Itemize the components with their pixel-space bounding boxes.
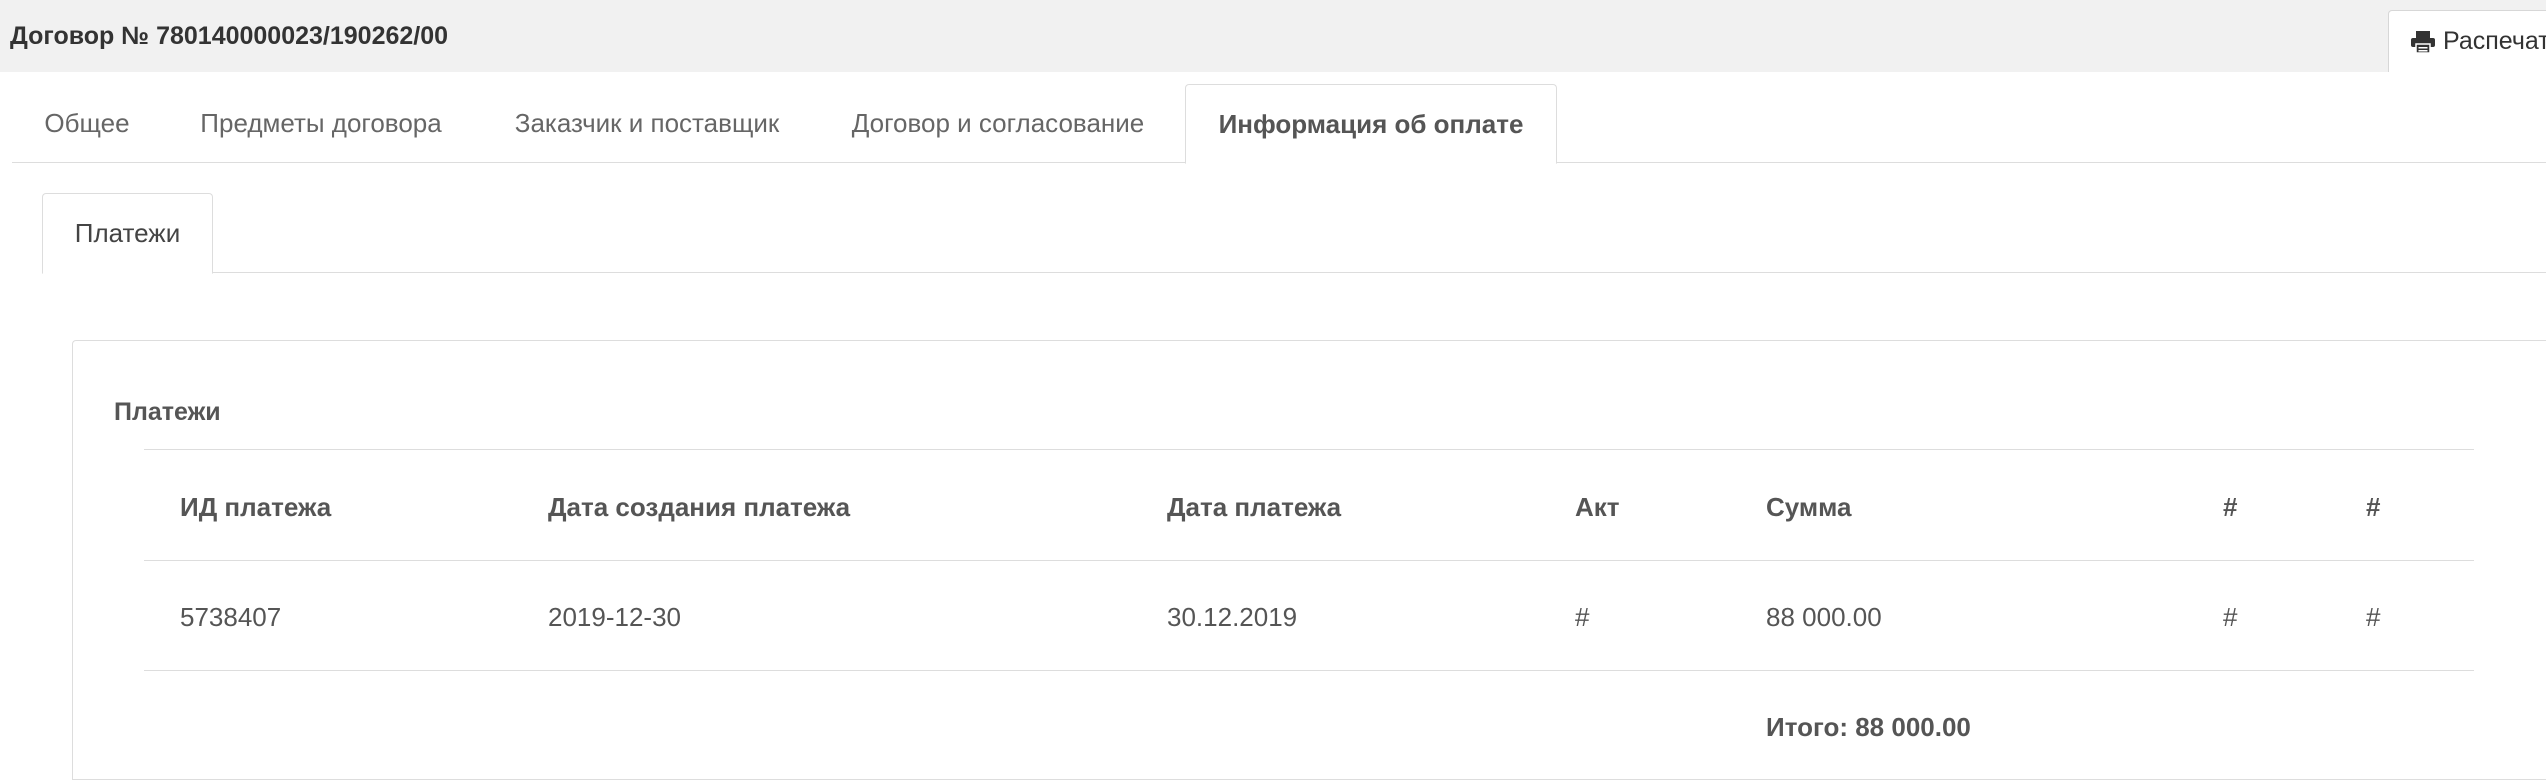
payments-total: Итого: 88 000.00 [1766,712,1971,742]
top-bar: Договор № 780140000023/190262/00 [0,0,2546,72]
print-button[interactable]: Распечатать [2388,10,2546,72]
sub-tabs-divider [42,272,2546,273]
col-header-created-date: Дата создания платежа [548,492,851,522]
panel-header-divider [144,449,2474,450]
print-button-label: Распечатать [2443,27,2546,55]
col-header-payment-id: ИД платежа [180,492,332,522]
tab-label: Информация об оплате [1218,108,1524,139]
cell-hash-link-1[interactable]: # [2223,602,2237,633]
col-header-payment-date: Дата платежа [1167,492,1342,522]
tab-payments[interactable]: Платежи [42,193,213,274]
tab-general[interactable]: Общее [12,84,162,162]
tab-label: Заказчик и поставщик [514,107,780,138]
cell-payment-id: 5738407 [180,602,282,632]
tab-contract-approval[interactable]: Договор и согласование [830,84,1166,162]
cell-hash-link-2[interactable]: # [2366,602,2380,633]
cell-act-link[interactable]: # [1575,602,1589,633]
cell-amount: 88 000.00 [1766,602,1882,632]
cell-payment-date: 30.12.2019 [1167,602,1298,632]
col-header-amount: Сумма [1766,492,1852,522]
printer-icon [2411,30,2435,53]
tab-customer-supplier[interactable]: Заказчик и поставщик [490,84,804,162]
tab-label: Платежи [74,218,181,248]
col-header-hash-1: # [2223,492,2238,522]
tab-contract-items[interactable]: Предметы договора [168,84,474,162]
cell-created-date: 2019-12-30 [548,602,681,632]
table-header-divider [144,560,2474,561]
col-header-hash-2: # [2366,492,2381,522]
col-header-act: Акт [1575,492,1620,522]
panel-title: Платежи [114,398,221,426]
tab-label: Договор и согласование [851,107,1145,138]
tab-payment-info[interactable]: Информация об оплате [1185,84,1557,164]
tab-label: Предметы договора [200,107,442,138]
tab-label: Общее [44,107,130,138]
table-row-divider [144,670,2474,671]
page-title: Договор № 780140000023/190262/00 [10,22,449,50]
